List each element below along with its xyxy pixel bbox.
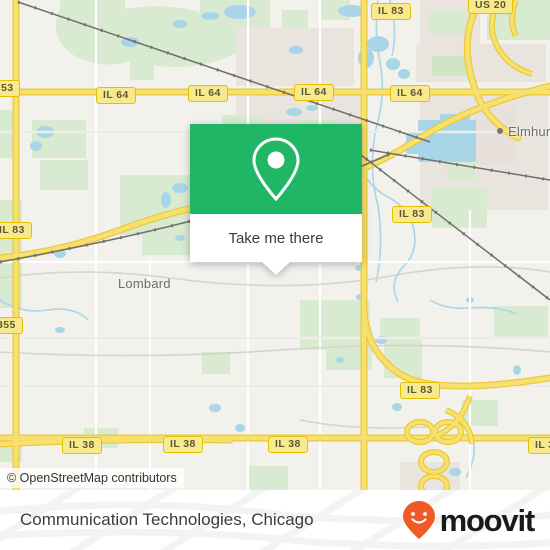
- footer-bar: Communication Technologies, Chicago moov…: [0, 490, 550, 550]
- highway-shield[interactable]: IL 38: [163, 436, 203, 453]
- highway-shield[interactable]: IL 83: [400, 382, 440, 399]
- highway-shield[interactable]: IL 38: [62, 437, 102, 454]
- popup-tail: [262, 262, 290, 275]
- moovit-smiley-pin-icon: [402, 501, 435, 539]
- place-label-lombard: Lombard: [118, 276, 171, 291]
- location-pin-icon: [252, 137, 300, 202]
- highway-shield[interactable]: IL 83: [0, 222, 32, 239]
- highway-shield[interactable]: IL 64: [188, 85, 228, 102]
- map-canvas[interactable]: Lombard Elmhurst IL 83 US 20 53 IL 64 IL…: [0, 0, 550, 490]
- highway-shield[interactable]: 53: [0, 80, 21, 97]
- highway-shield[interactable]: US 20: [468, 0, 514, 14]
- highway-shield[interactable]: IL 64: [96, 87, 136, 104]
- moovit-wordmark: moovit: [439, 502, 536, 538]
- footer-title: Communication Technologies, Chicago: [20, 510, 314, 529]
- place-label-elmhurst: Elmhurst: [508, 124, 550, 139]
- highway-shield[interactable]: IL 64: [294, 84, 334, 101]
- highway-shield[interactable]: IL 83: [392, 206, 432, 223]
- highway-shield[interactable]: IL 38: [268, 436, 308, 453]
- highway-shield[interactable]: IL 64: [390, 85, 430, 102]
- elmhurst-node-dot: [497, 128, 503, 134]
- popup-header: [190, 124, 362, 214]
- highway-shield[interactable]: 355: [0, 317, 23, 334]
- location-popup[interactable]: Take me there: [190, 124, 362, 275]
- popup-action[interactable]: Take me there: [190, 214, 362, 275]
- popup-action-label: Take me there: [228, 229, 324, 247]
- moovit-brand[interactable]: moovit: [402, 500, 536, 540]
- map-attribution[interactable]: © OpenStreetMap contributors: [0, 468, 184, 488]
- highway-shield[interactable]: IL 83: [371, 3, 411, 20]
- map-screenshot: Lombard Elmhurst IL 83 US 20 53 IL 64 IL…: [0, 0, 550, 550]
- highway-shield[interactable]: IL 38: [528, 437, 550, 454]
